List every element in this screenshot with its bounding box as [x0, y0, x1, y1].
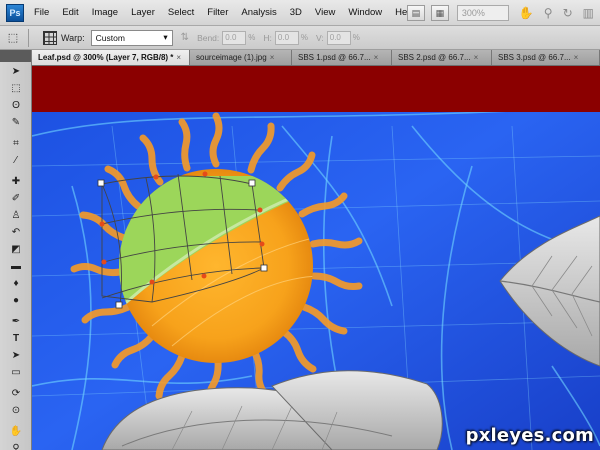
clone-stamp-tool-icon[interactable]: ♙ — [5, 207, 27, 223]
menu-3d[interactable]: 3D — [290, 7, 302, 18]
tab-label: sourceimage (1).jpg — [196, 53, 267, 62]
tab-leaf-psd[interactable]: Leaf.psd @ 300% (Layer 7, RGB/8) * × — [32, 50, 190, 65]
marquee-tool-icon[interactable]: ⬚ — [5, 80, 27, 96]
healing-brush-tool-icon[interactable]: ✚ — [5, 173, 27, 189]
close-icon[interactable]: × — [374, 53, 379, 62]
3d-rotate-tool-icon[interactable]: ⟳ — [5, 385, 27, 401]
tab-label: SBS 2.psd @ 66.7... — [398, 53, 471, 62]
chevron-down-icon: ▾ — [163, 32, 168, 42]
menu-layer[interactable]: Layer — [131, 7, 155, 18]
document-canvas[interactable]: pxleyes.com — [32, 66, 600, 450]
arrange-documents-icon[interactable]: ▥ — [583, 6, 594, 20]
bend-label: Bend: — [197, 32, 220, 43]
document-tabs: Leaf.psd @ 300% (Layer 7, RGB/8) * × sou… — [32, 50, 600, 66]
quick-select-tool-icon[interactable]: ✎ — [5, 114, 27, 130]
gradient-tool-icon[interactable]: ▬ — [5, 258, 27, 274]
menu-window[interactable]: Window — [348, 7, 382, 18]
tab-sbs-1[interactable]: SBS 1.psd @ 66.7... × — [292, 50, 392, 65]
menu-analysis[interactable]: Analysis — [241, 7, 276, 18]
canvas-artwork — [32, 66, 600, 450]
bend-percent: % — [248, 33, 256, 42]
crop-tool-icon[interactable]: ⌗ — [5, 135, 27, 151]
close-icon[interactable]: × — [474, 53, 479, 62]
warp-style-value: Custom — [95, 32, 125, 43]
eyedropper-tool-icon[interactable]: ⁄ — [5, 152, 27, 168]
3d-orbit-tool-icon[interactable]: ⊙ — [5, 402, 27, 418]
tab-label: SBS 1.psd @ 66.7... — [298, 53, 371, 62]
eraser-tool-icon[interactable]: ◩ — [5, 241, 27, 257]
tab-label: Leaf.psd @ 300% (Layer 7, RGB/8) * — [38, 53, 174, 62]
h-distortion-label: H: — [263, 32, 272, 43]
menu-view[interactable]: View — [315, 7, 335, 18]
close-icon[interactable]: × — [270, 53, 275, 62]
blur-tool-icon[interactable]: ♦ — [5, 275, 27, 291]
move-tool-icon[interactable]: ➤ — [5, 63, 27, 79]
menubar-right-tools: ▤ ▦ 300% ✋ ⚲ ↻ ▥ — [401, 0, 600, 26]
warp-label: Warp: — [61, 32, 85, 43]
red-banner — [32, 66, 600, 112]
close-icon[interactable]: × — [176, 53, 181, 62]
brush-tool-icon[interactable]: ✐ — [5, 190, 27, 206]
tab-sourceimage[interactable]: sourceimage (1).jpg × — [190, 50, 292, 65]
tab-sbs-3[interactable]: SBS 3.psd @ 66.7... × — [492, 50, 600, 65]
path-select-tool-icon[interactable]: ➤ — [5, 347, 27, 363]
v-distortion-label: V: — [316, 32, 324, 43]
tools-panel: ➤ ⬚ ʘ ✎ ⌗ ⁄ ✚ ✐ ♙ ↶ ◩ ▬ ♦ ● ✒ T ➤ ▭ ⟳ ⊙ … — [0, 50, 32, 450]
transform-tool-icon[interactable]: ⬚ — [4, 30, 22, 46]
menu-bar: Ps File Edit Image Layer Select Filter A… — [0, 0, 600, 26]
rotate-view-icon[interactable]: ↻ — [563, 6, 573, 20]
warp-style-select[interactable]: Custom ▾ — [90, 29, 173, 46]
shape-tool-icon[interactable]: ▭ — [5, 364, 27, 380]
bend-field[interactable]: 0.0 — [222, 30, 247, 45]
orientation-icon[interactable]: ⇅ — [181, 32, 189, 43]
options-divider — [28, 28, 29, 47]
watermark: pxleyes.com — [465, 425, 594, 446]
menu-filter[interactable]: Filter — [207, 7, 228, 18]
close-icon[interactable]: × — [574, 53, 579, 62]
menu-select[interactable]: Select — [168, 7, 194, 18]
v-distortion-field[interactable]: 0.0 — [326, 30, 351, 45]
tools-panel-header[interactable] — [0, 50, 31, 62]
lasso-tool-icon[interactable]: ʘ — [5, 97, 27, 113]
options-bar: ⬚ Warp: Custom ▾ ⇅ Bend: 0.0 % H: 0.0 % … — [0, 26, 600, 50]
view-extras-icon[interactable]: ▦ — [430, 5, 449, 21]
h-percent: % — [300, 33, 309, 42]
v-percent: % — [352, 33, 360, 42]
zoom-icon[interactable]: ⚲ — [544, 6, 553, 20]
tab-label: SBS 3.psd @ 66.7... — [498, 53, 571, 62]
zoom-level-field[interactable]: 300% — [456, 5, 509, 21]
hand-tool-icon[interactable]: ✋ — [5, 423, 27, 439]
warp-mode-icon[interactable] — [39, 30, 57, 46]
pen-tool-icon[interactable]: ✒ — [5, 313, 27, 329]
menu-edit[interactable]: Edit — [62, 7, 78, 18]
hand-icon[interactable]: ✋ — [519, 6, 534, 20]
photoshop-logo: Ps — [6, 3, 24, 22]
tab-sbs-2[interactable]: SBS 2.psd @ 66.7... × — [392, 50, 492, 65]
launch-bridge-icon[interactable]: ▤ — [406, 5, 425, 21]
history-brush-tool-icon[interactable]: ↶ — [5, 224, 27, 240]
menu-image[interactable]: Image — [92, 7, 118, 18]
zoom-tool-icon[interactable]: ⚲ — [5, 440, 27, 450]
h-distortion-field[interactable]: 0.0 — [274, 30, 299, 45]
menu-file[interactable]: File — [34, 7, 49, 18]
dodge-tool-icon[interactable]: ● — [5, 292, 27, 308]
type-tool-icon[interactable]: T — [5, 330, 27, 346]
